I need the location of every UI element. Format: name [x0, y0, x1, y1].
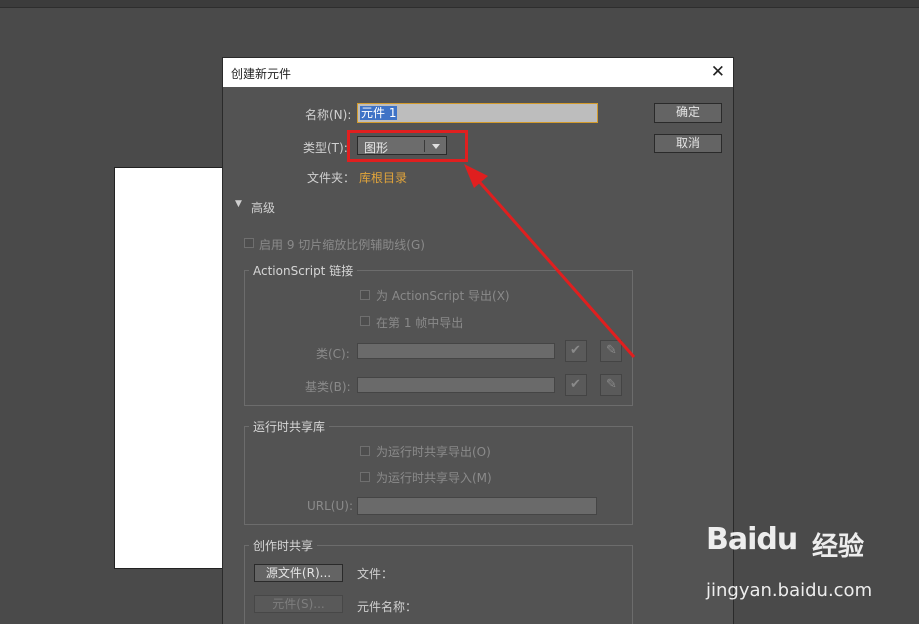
baidu-watermark: Baidu 经验 jingyan.baidu.com	[700, 520, 910, 610]
watermark-url: jingyan.baidu.com	[706, 580, 873, 601]
annotation-arrow-line	[474, 177, 636, 358]
baidu-logo: Baidu	[706, 522, 798, 557]
annotation-arrow-head	[464, 164, 488, 188]
jingyan-logo-text: 经验	[812, 532, 865, 562]
